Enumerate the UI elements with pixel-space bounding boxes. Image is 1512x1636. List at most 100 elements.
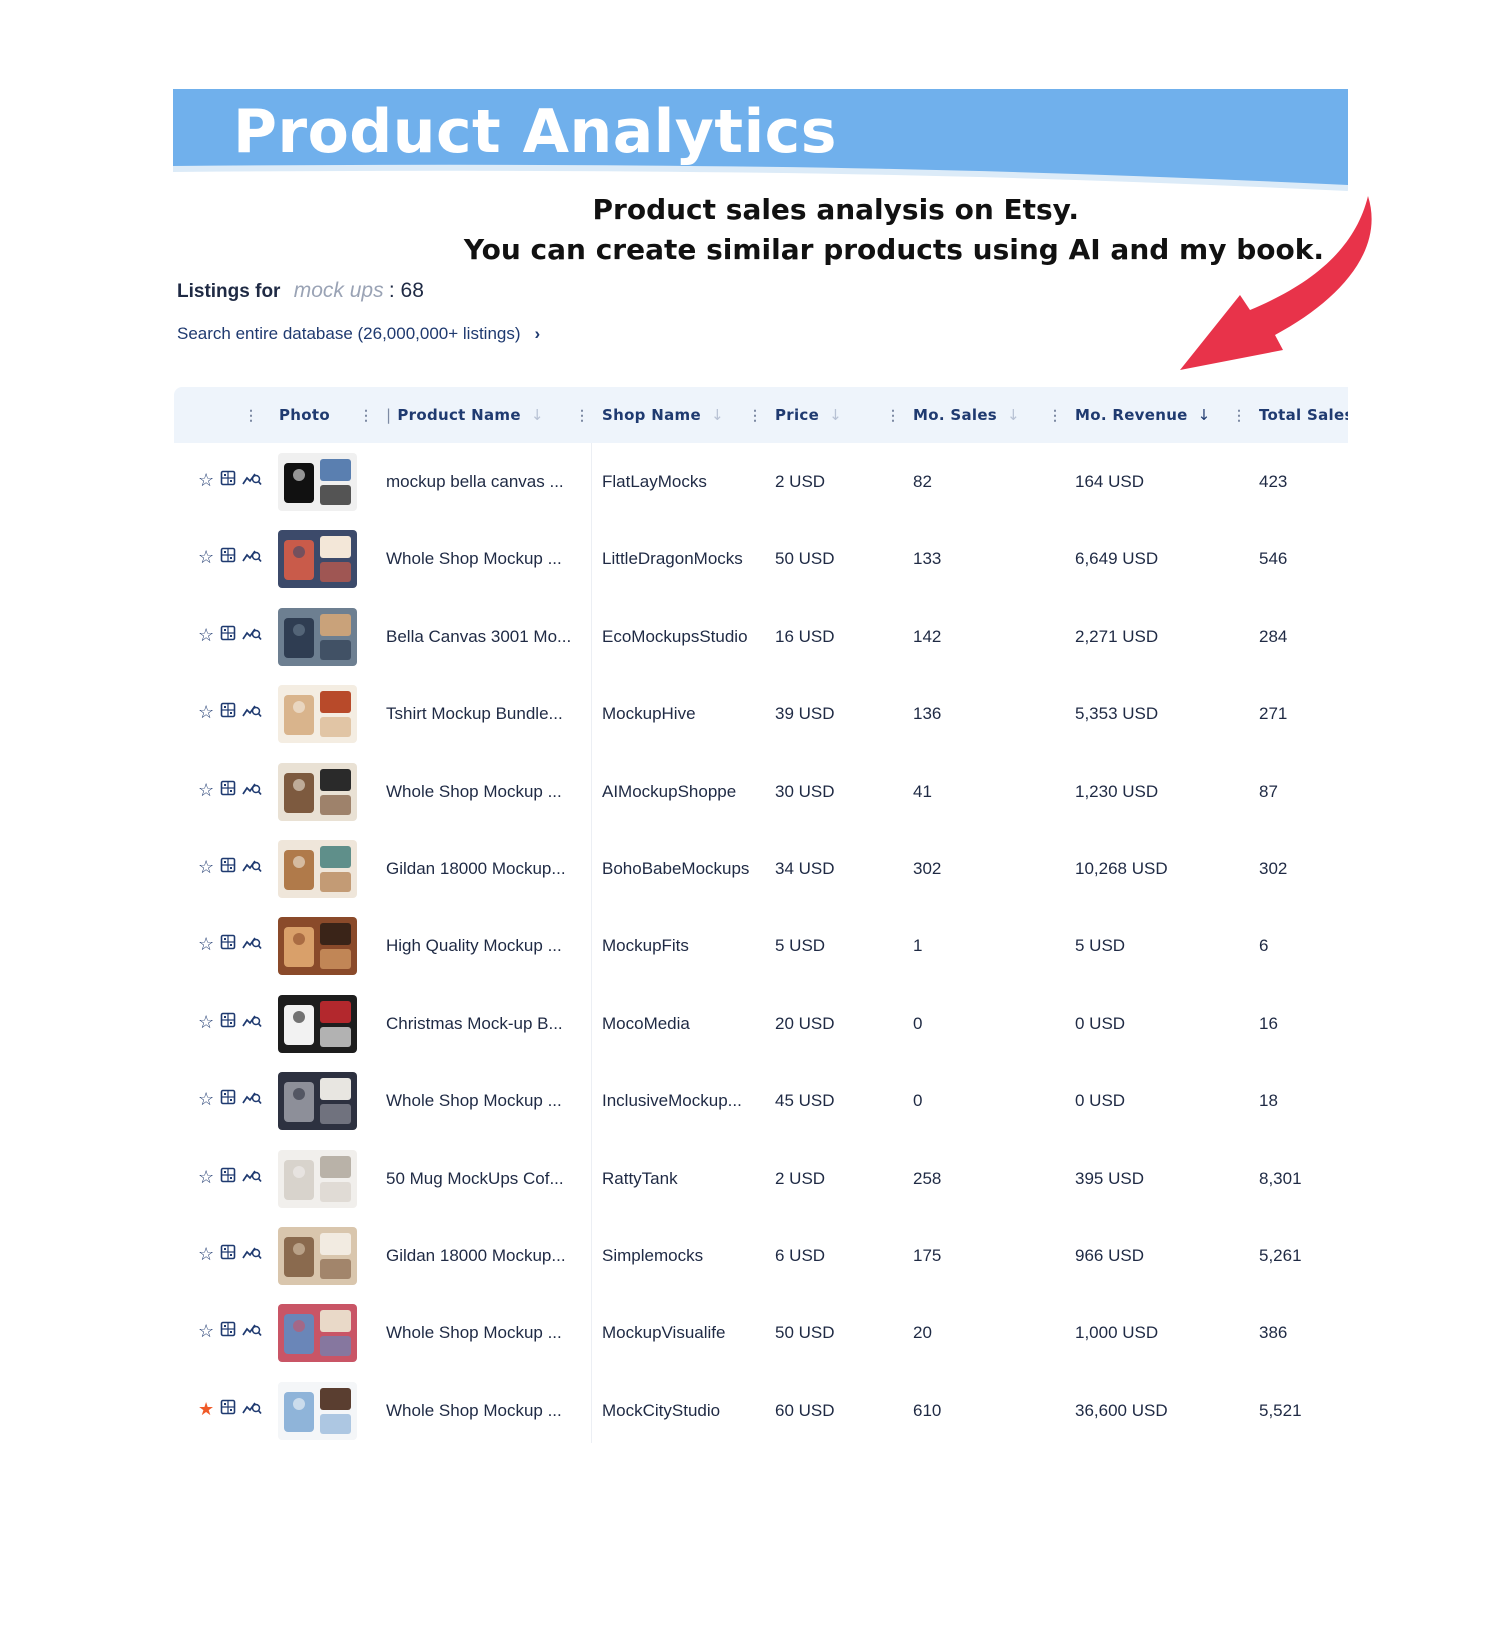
star-icon[interactable]: ☆ — [198, 702, 214, 723]
cell-shop-name[interactable]: MockupHive — [602, 675, 696, 753]
table-row[interactable]: ☆ Gildan 18000 Mockup... BohoBabeMockups 34… — [174, 830, 1348, 908]
table-row[interactable]: ☆ Whole Shop Mockup ... InclusiveMockup...… — [174, 1062, 1348, 1140]
trend-chart-icon[interactable] — [242, 547, 262, 568]
cell-product-name[interactable]: Whole Shop Mockup ... — [386, 753, 562, 831]
column-menu-icon[interactable]: ⋮ — [1048, 387, 1062, 443]
listing-details-icon[interactable] — [220, 1012, 236, 1033]
listing-details-icon[interactable] — [220, 934, 236, 955]
product-photo[interactable] — [278, 762, 357, 821]
column-menu-icon[interactable]: ⋮ — [886, 387, 900, 443]
cell-shop-name[interactable]: MockCityStudio — [602, 1372, 720, 1450]
column-header-total-sales[interactable]: Total Sales — [1259, 387, 1348, 443]
cell-shop-name[interactable]: EcoMockupsStudio — [602, 598, 748, 676]
table-row[interactable]: ☆ Whole Shop Mockup ... AIMockupShoppe 30 U… — [174, 753, 1348, 831]
star-icon[interactable]: ☆ — [198, 1089, 214, 1110]
cell-product-name[interactable]: Christmas Mock-up B... — [386, 985, 563, 1063]
table-row[interactable]: ☆ Bella Canvas 3001 Mo... EcoMockupsStudio… — [174, 598, 1348, 676]
star-icon[interactable]: ☆ — [198, 547, 214, 568]
column-header-photo[interactable]: Photo — [279, 387, 330, 443]
column-header-mo-sales[interactable]: Mo. Sales ↓ — [913, 387, 1020, 443]
search-keyword[interactable]: mock ups — [294, 279, 384, 302]
product-photo[interactable] — [278, 994, 357, 1053]
listing-details-icon[interactable] — [220, 470, 236, 491]
trend-chart-icon[interactable] — [242, 1321, 262, 1342]
star-icon[interactable]: ☆ — [198, 625, 214, 646]
product-photo[interactable] — [278, 1149, 357, 1208]
listing-details-icon[interactable] — [220, 702, 236, 723]
listing-details-icon[interactable] — [220, 1244, 236, 1265]
product-photo[interactable] — [278, 1381, 357, 1440]
cell-product-name[interactable]: Tshirt Mockup Bundle... — [386, 675, 563, 753]
sort-arrow-icon[interactable]: ↓ — [1007, 406, 1020, 424]
column-header-shop-name[interactable]: Shop Name ↓ — [602, 387, 724, 443]
search-database-link[interactable]: Search entire database (26,000,000+ list… — [177, 324, 540, 344]
trend-chart-icon[interactable] — [242, 625, 262, 646]
star-icon[interactable]: ★ — [198, 1399, 214, 1420]
sort-arrow-icon[interactable]: ↓ — [711, 406, 724, 424]
trend-chart-icon[interactable] — [242, 1244, 262, 1265]
column-header-mo-revenue[interactable]: Mo. Revenue ↓ — [1075, 387, 1211, 443]
listing-details-icon[interactable] — [220, 1089, 236, 1110]
cell-product-name[interactable]: Gildan 18000 Mockup... — [386, 1217, 566, 1295]
table-row[interactable]: ☆ High Quality Mockup ... MockupFits 5 USD 1… — [174, 907, 1348, 985]
cell-shop-name[interactable]: MockupVisualife — [602, 1294, 725, 1372]
resize-handle-icon[interactable]: | — [386, 406, 391, 424]
column-header-product-name[interactable]: | Product Name ↓ — [386, 387, 544, 443]
table-row[interactable]: ☆ Gildan 18000 Mockup... Simplemocks 6 USD 1… — [174, 1217, 1348, 1295]
table-row[interactable]: ☆ 50 Mug MockUps Cof... RattyTank 2 USD 258 3… — [174, 1140, 1348, 1218]
column-menu-icon[interactable]: ⋮ — [1232, 387, 1246, 443]
star-icon[interactable]: ☆ — [198, 934, 214, 955]
table-row[interactable]: ☆ Whole Shop Mockup ... LittleDragonMocks 5… — [174, 520, 1348, 598]
listing-details-icon[interactable] — [220, 1321, 236, 1342]
column-menu-icon[interactable]: ⋮ — [244, 387, 258, 443]
trend-chart-icon[interactable] — [242, 1167, 262, 1188]
star-icon[interactable]: ☆ — [198, 857, 214, 878]
table-row[interactable]: ☆ Whole Shop Mockup ... MockupVisualife 50 … — [174, 1294, 1348, 1372]
listing-details-icon[interactable] — [220, 547, 236, 568]
trend-chart-icon[interactable] — [242, 934, 262, 955]
star-icon[interactable]: ☆ — [198, 1244, 214, 1265]
listing-details-icon[interactable] — [220, 780, 236, 801]
listing-details-icon[interactable] — [220, 857, 236, 878]
product-photo[interactable] — [278, 453, 357, 511]
trend-chart-icon[interactable] — [242, 780, 262, 801]
product-photo[interactable] — [278, 530, 357, 589]
cell-shop-name[interactable]: LittleDragonMocks — [602, 520, 743, 598]
cell-product-name[interactable]: 50 Mug MockUps Cof... — [386, 1140, 564, 1218]
cell-shop-name[interactable]: FlatLayMocks — [602, 443, 707, 521]
column-menu-icon[interactable]: ⋮ — [359, 387, 373, 443]
cell-shop-name[interactable]: MocoMedia — [602, 985, 690, 1063]
cell-product-name[interactable]: Whole Shop Mockup ... — [386, 1294, 562, 1372]
star-icon[interactable]: ☆ — [198, 780, 214, 801]
product-photo[interactable] — [278, 1072, 357, 1131]
sort-arrow-icon[interactable]: ↓ — [1198, 406, 1211, 424]
cell-shop-name[interactable]: InclusiveMockup... — [602, 1062, 742, 1140]
listing-details-icon[interactable] — [220, 1399, 236, 1420]
star-icon[interactable]: ☆ — [198, 470, 214, 491]
product-photo[interactable] — [278, 607, 357, 666]
trend-chart-icon[interactable] — [242, 470, 262, 491]
listing-details-icon[interactable] — [220, 625, 236, 646]
sort-arrow-icon[interactable]: ↓ — [829, 406, 842, 424]
product-photo[interactable] — [278, 1227, 357, 1285]
cell-shop-name[interactable]: AIMockupShoppe — [602, 753, 736, 831]
trend-chart-icon[interactable] — [242, 1089, 262, 1110]
product-photo[interactable] — [278, 840, 357, 898]
cell-shop-name[interactable]: RattyTank — [602, 1140, 678, 1218]
star-icon[interactable]: ☆ — [198, 1167, 214, 1188]
product-photo[interactable] — [278, 685, 357, 744]
cell-shop-name[interactable]: MockupFits — [602, 907, 689, 985]
cell-shop-name[interactable]: Simplemocks — [602, 1217, 703, 1295]
cell-product-name[interactable]: Bella Canvas 3001 Mo... — [386, 598, 571, 676]
listing-details-icon[interactable] — [220, 1167, 236, 1188]
sort-arrow-icon[interactable]: ↓ — [531, 406, 544, 424]
table-row[interactable]: ☆ Christmas Mock-up B... MocoMedia 20 USD 0 0… — [174, 985, 1348, 1063]
trend-chart-icon[interactable] — [242, 857, 262, 878]
cell-product-name[interactable]: Whole Shop Mockup ... — [386, 1372, 562, 1450]
column-menu-icon[interactable]: ⋮ — [748, 387, 762, 443]
cell-product-name[interactable]: High Quality Mockup ... — [386, 907, 562, 985]
table-row[interactable]: ☆ mockup bella canvas ... FlatLayMocks 2 US… — [174, 443, 1348, 521]
cell-shop-name[interactable]: BohoBabeMockups — [602, 830, 749, 908]
cell-product-name[interactable]: Whole Shop Mockup ... — [386, 520, 562, 598]
product-photo[interactable] — [278, 1304, 357, 1363]
